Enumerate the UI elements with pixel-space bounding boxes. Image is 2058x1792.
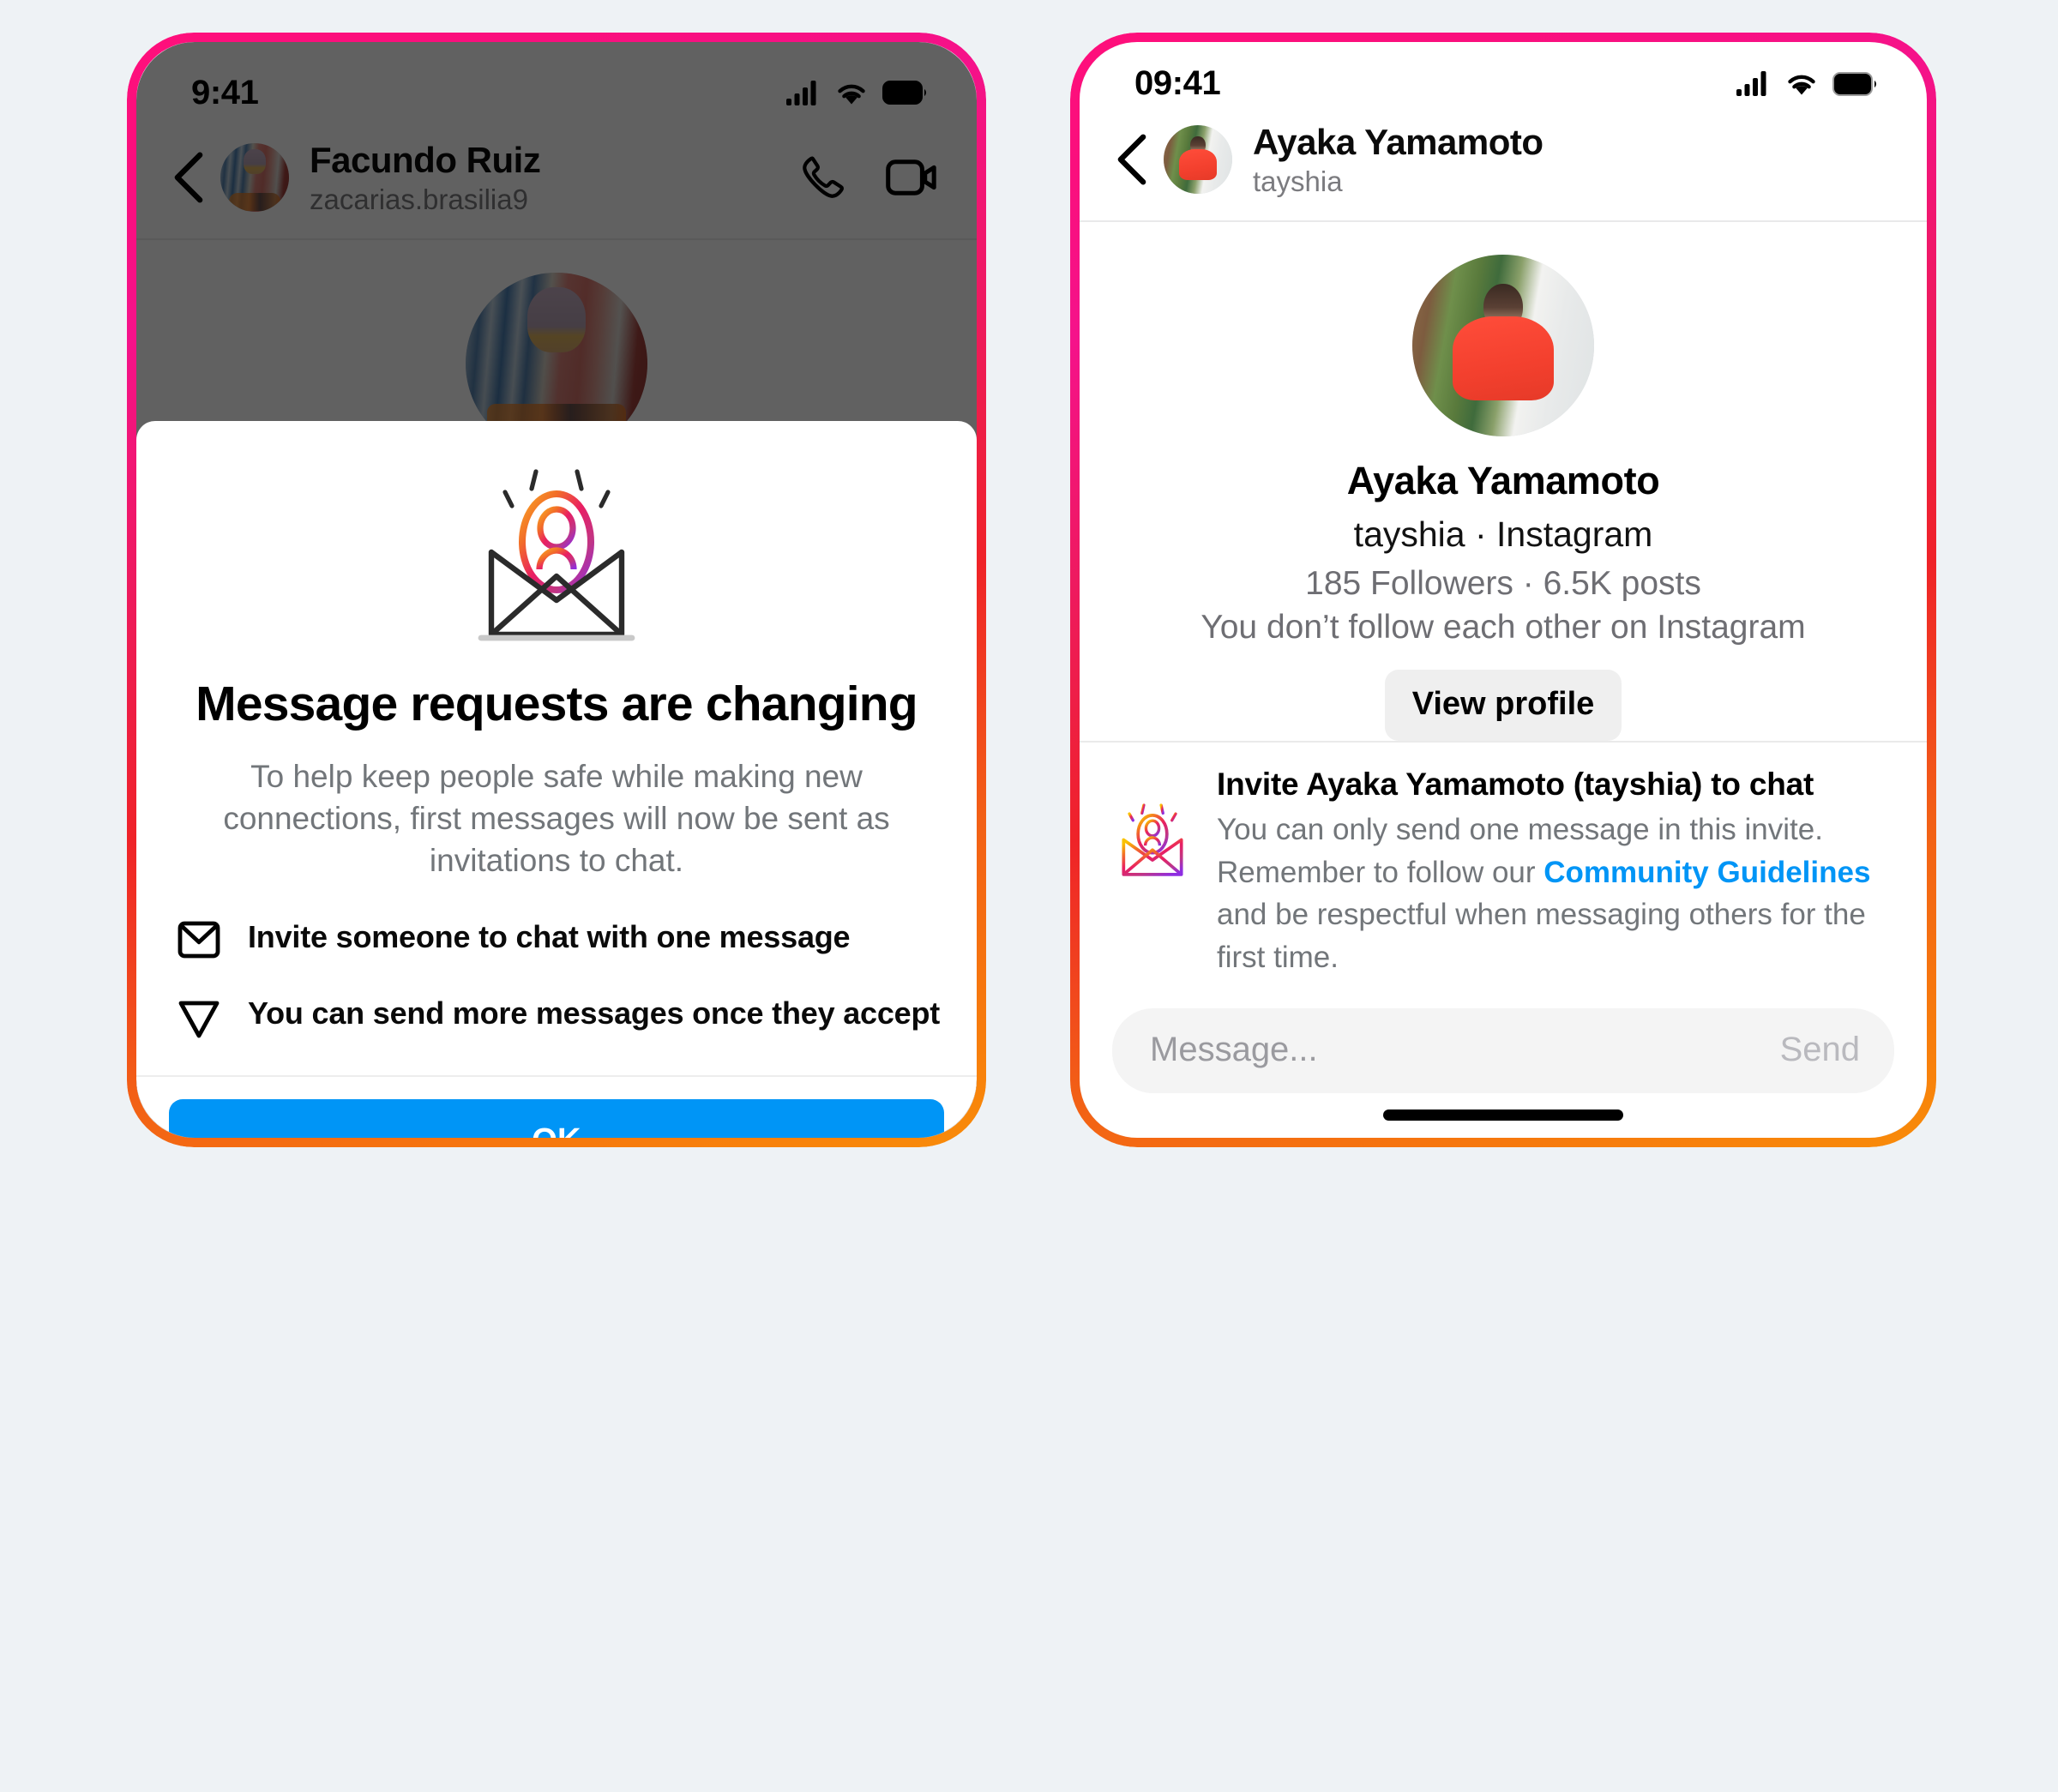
- profile-avatar-photo: [1412, 254, 1594, 436]
- profile-subtitle: tayshia · Instagram: [1353, 514, 1653, 554]
- phone-mockup-left: 9:41 Facundo Ruiz zacarias.brasilia9 Mes…: [127, 33, 986, 1147]
- profile-stats: 185 Followers · 6.5K posts: [1305, 564, 1701, 602]
- invite-body-part2: and be respectful when messaging others …: [1217, 898, 1866, 975]
- cellular-signal-icon: [786, 80, 816, 105]
- video-call-icon[interactable]: [886, 157, 939, 198]
- phone-call-icon[interactable]: [798, 153, 848, 202]
- profile-avatar: [1412, 254, 1594, 436]
- invite-body: You can only send one message in this in…: [1217, 809, 1889, 979]
- send-button[interactable]: Send: [1780, 1031, 1860, 1069]
- home-indicator: [1383, 1109, 1623, 1122]
- profile-relationship: You don’t follow each other on Instagram: [1200, 608, 1806, 646]
- profile-display-name: Ayaka Yamamoto: [1346, 458, 1660, 502]
- invite-title: Invite Ayaka Yamamoto (tayshia) to chat: [1217, 766, 1814, 802]
- sheet-body: Message requests are changing To help ke…: [136, 437, 977, 1075]
- feature-item: You can send more messages once they acc…: [172, 994, 941, 1044]
- invite-text-block: Invite Ayaka Yamamoto (tayshia) to chat …: [1217, 767, 1889, 979]
- community-guidelines-link[interactable]: Community Guidelines: [1544, 856, 1870, 889]
- envelope-icon: [178, 917, 222, 963]
- battery-icon: [882, 81, 926, 105]
- chat-header-right: Ayaka Yamamoto tayshia: [1080, 103, 1927, 222]
- paper-plane-icon: [178, 994, 222, 1044]
- ok-button[interactable]: OK: [169, 1099, 944, 1138]
- open-envelope-with-person-icon: [1110, 767, 1194, 979]
- phone-screen-left: 9:41 Facundo Ruiz zacarias.brasilia9 Mes…: [136, 42, 977, 1138]
- header-username: zacarias.brasilia9: [310, 183, 528, 216]
- status-icons: [786, 80, 927, 105]
- invite-notice: Invite Ayaka Yamamoto (tayshia) to chat …: [1080, 740, 1927, 989]
- chat-header-left: Facundo Ruiz zacarias.brasilia9: [136, 121, 977, 240]
- open-envelope-with-person-icon: [478, 469, 635, 641]
- home-indicator-area-right: [1080, 1093, 1927, 1138]
- header-display-name: Facundo Ruiz: [310, 140, 541, 180]
- sheet-description: To help keep people safe while making ne…: [223, 758, 890, 878]
- view-profile-button[interactable]: View profile: [1384, 669, 1622, 741]
- header-actions: [798, 153, 939, 202]
- sheet-illustration: [172, 463, 941, 663]
- phone-mockup-right: 09:41 Ayaka Yamamoto tayshia Ayaka Yamam…: [1070, 33, 1936, 1147]
- sheet-title: Message requests are changing: [196, 677, 918, 731]
- header-display-name: Ayaka Yamamoto: [1253, 122, 1544, 162]
- status-icons: [1736, 71, 1877, 96]
- header-avatar[interactable]: [220, 143, 289, 213]
- sheet-footer: OK: [136, 1075, 977, 1138]
- wifi-icon: [838, 84, 865, 104]
- feature-label: You can send more messages once they acc…: [248, 995, 941, 1031]
- back-chevron-icon[interactable]: [169, 152, 208, 203]
- header-name-block: Facundo Ruiz zacarias.brasilia9: [310, 140, 798, 216]
- status-time: 9:41: [191, 73, 259, 111]
- battery-icon: [1832, 71, 1876, 96]
- status-time: 09:41: [1134, 64, 1221, 102]
- message-input[interactable]: [1150, 1030, 1763, 1069]
- feature-item: Invite someone to chat with one message: [172, 917, 941, 963]
- phone-screen-right: 09:41 Ayaka Yamamoto tayshia Ayaka Yamam…: [1080, 42, 1927, 1138]
- cellular-signal-icon: [1736, 71, 1766, 96]
- feature-label: Invite someone to chat with one message: [248, 919, 851, 955]
- screenshot-canvas: 9:41 Facundo Ruiz zacarias.brasilia9 Mes…: [0, 0, 2058, 1792]
- back-chevron-icon[interactable]: [1112, 134, 1152, 185]
- profile-block-right: Ayaka Yamamoto tayshia · Instagram 185 F…: [1080, 222, 1927, 741]
- status-bar-right: 09:41: [1080, 42, 1927, 103]
- header-username: tayshia: [1253, 165, 1343, 198]
- sheet-feature-list: Invite someone to chat with one message …: [172, 917, 941, 1075]
- status-bar-left: 9:41: [136, 42, 977, 121]
- avatar-photo: [1164, 125, 1232, 195]
- message-composer[interactable]: Send: [1112, 1007, 1894, 1093]
- wifi-icon: [1788, 75, 1815, 95]
- header-avatar[interactable]: [1164, 125, 1232, 195]
- message-requests-sheet: Message requests are changing To help ke…: [136, 421, 977, 1138]
- header-name-block: Ayaka Yamamoto tayshia: [1253, 122, 1889, 198]
- avatar-photo: [220, 143, 289, 213]
